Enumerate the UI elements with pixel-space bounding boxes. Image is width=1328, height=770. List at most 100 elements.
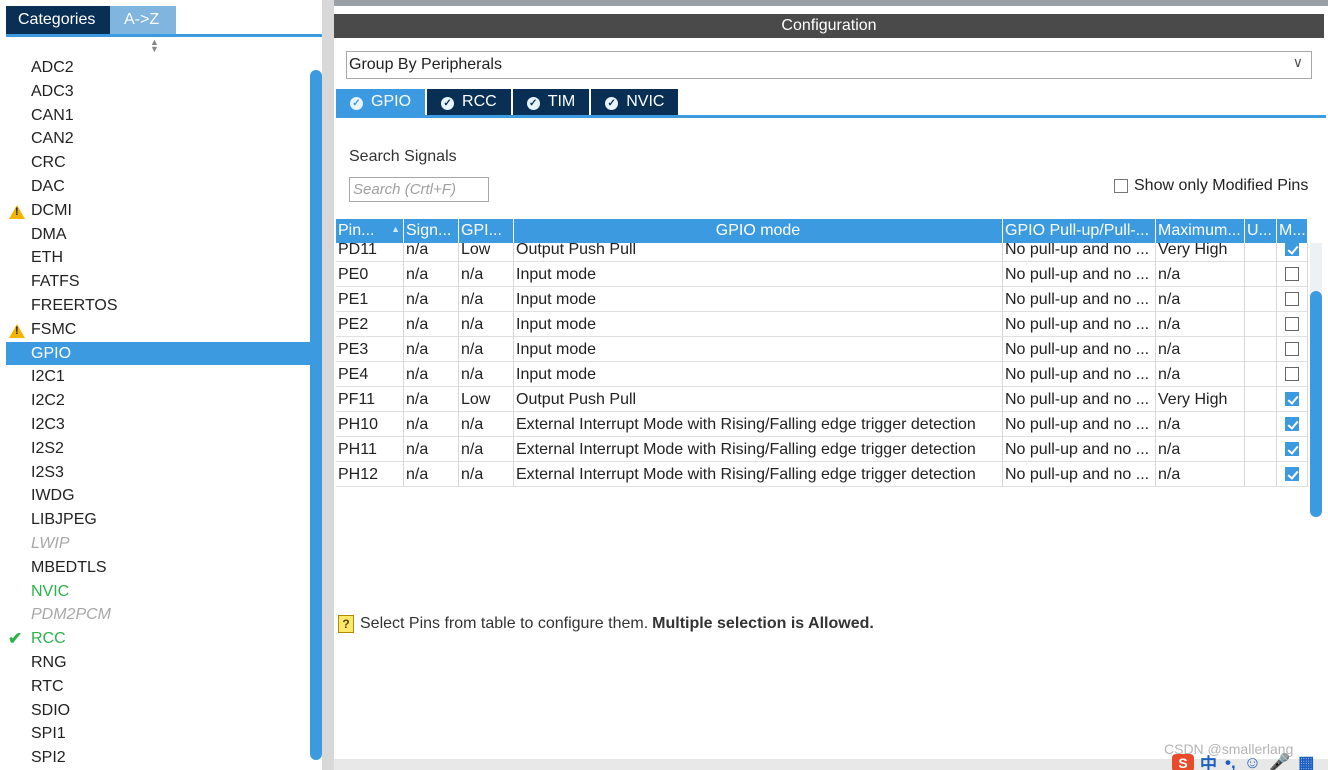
peripheral-item-i2c3[interactable]: I2C3 xyxy=(6,413,310,437)
peripheral-label: SDIO xyxy=(31,701,71,719)
col-pin[interactable]: Pin... ▲ xyxy=(336,219,404,243)
col-signal[interactable]: Sign... xyxy=(404,219,459,243)
ime-punctuation-icon[interactable]: •, xyxy=(1225,753,1236,770)
peripheral-item-spi1[interactable]: SPI1 xyxy=(6,722,310,746)
ime-voice-icon[interactable]: 🎤 xyxy=(1269,753,1290,770)
modified-checkbox[interactable] xyxy=(1285,442,1299,456)
peripheral-item-i2c2[interactable]: I2C2 xyxy=(6,389,310,413)
peripheral-label: FSMC xyxy=(31,320,77,338)
table-row[interactable]: PE0 n/a n/a Input mode No pull-up and no ...… xyxy=(336,262,1308,287)
table-row[interactable]: PD11 n/a Low Output Push Pull No pull-up and… xyxy=(336,243,1308,262)
peripheral-item-libjpeg[interactable]: LIBJPEG xyxy=(6,508,310,532)
panel-splitter[interactable] xyxy=(322,0,334,770)
tab-a-to-z[interactable]: A->Z xyxy=(110,6,176,34)
modified-checkbox[interactable] xyxy=(1285,292,1299,306)
col-max-speed[interactable]: Maximum... xyxy=(1156,219,1245,243)
peripheral-item-freertos[interactable]: FREERTOS xyxy=(6,294,310,318)
tab-rcc[interactable]: ✓ RCC xyxy=(427,89,511,115)
peripheral-item-dac[interactable]: DAC xyxy=(6,175,310,199)
peripheral-item-gpio[interactable]: GPIO xyxy=(6,341,310,366)
table-row[interactable]: PE3 n/a n/a Input mode No pull-up and no ...… xyxy=(336,337,1308,362)
search-signals-input[interactable] xyxy=(349,177,489,202)
peripheral-item-dma[interactable]: DMA xyxy=(6,223,310,247)
modified-checkbox[interactable] xyxy=(1285,417,1299,431)
cell-gpio-mode: Output Push Pull xyxy=(514,243,1003,262)
tab-nvic[interactable]: ✓ NVIC xyxy=(591,89,679,115)
cell-modified xyxy=(1277,287,1308,312)
modified-checkbox[interactable] xyxy=(1285,243,1299,256)
cell-modified xyxy=(1277,437,1308,462)
peripheral-item-iwdg[interactable]: IWDG xyxy=(6,484,310,508)
tab-tim[interactable]: ✓ TIM xyxy=(512,89,590,115)
cell-max-speed: Very High xyxy=(1156,387,1245,412)
table-header: Pin... ▲ Sign... GPI... GPIO mode GPIO Pu… xyxy=(336,219,1308,243)
modified-checkbox[interactable] xyxy=(1285,367,1299,381)
table-row[interactable]: PH12 n/a n/a External Interrupt Mode with R… xyxy=(336,462,1308,487)
cell-gpio-mode: External Interrupt Mode with Rising/Fall… xyxy=(514,462,1003,487)
peripheral-item-adc2[interactable]: ADC2 xyxy=(6,56,310,80)
ime-logo-icon[interactable]: S xyxy=(1172,753,1194,770)
peripheral-item-fsmc[interactable]: FSMC xyxy=(6,318,310,342)
cell-signal: n/a xyxy=(404,337,459,362)
table-row[interactable]: PH11 n/a n/a External Interrupt Mode with R… xyxy=(336,437,1308,462)
peripheral-item-rng[interactable]: RNG xyxy=(6,651,310,675)
tab-gpio[interactable]: ✓ GPIO xyxy=(336,89,426,115)
ok-check-icon: ✓ xyxy=(350,97,363,110)
peripheral-item-lwip[interactable]: LWIP xyxy=(6,532,310,556)
peripheral-item-i2s3[interactable]: I2S3 xyxy=(6,461,310,485)
peripheral-item-can1[interactable]: CAN1 xyxy=(6,104,310,128)
peripheral-item-can2[interactable]: CAN2 xyxy=(6,127,310,151)
peripheral-item-adc3[interactable]: ADC3 xyxy=(6,80,310,104)
ime-emoji-icon[interactable]: ☺ xyxy=(1244,753,1261,770)
peripheral-item-nvic[interactable]: NVIC xyxy=(6,580,310,604)
table-row[interactable]: PE4 n/a n/a Input mode No pull-up and no ...… xyxy=(336,362,1308,387)
peripheral-item-eth[interactable]: ETH xyxy=(6,246,310,270)
cell-gpio-mode: External Interrupt Mode with Rising/Fall… xyxy=(514,437,1003,462)
col-modified[interactable]: M... xyxy=(1277,219,1308,243)
cell-user-label xyxy=(1245,437,1277,462)
modified-checkbox[interactable] xyxy=(1285,342,1299,356)
col-gpio-mode[interactable]: GPIO mode xyxy=(514,219,1003,243)
peripheral-item-i2s2[interactable]: I2S2 xyxy=(6,437,310,461)
cell-gpio-output: n/a xyxy=(459,337,514,362)
peripheral-item-rtc[interactable]: RTC xyxy=(6,675,310,699)
ime-chinese-icon[interactable]: 中 xyxy=(1200,750,1217,770)
cell-pin: PH10 xyxy=(336,412,404,437)
table-scrollbar[interactable] xyxy=(1310,243,1322,517)
modified-checkbox[interactable] xyxy=(1285,467,1299,481)
cell-pull: No pull-up and no ... xyxy=(1003,462,1156,487)
peripheral-item-fatfs[interactable]: FATFS xyxy=(6,270,310,294)
table-scroll-thumb[interactable] xyxy=(1310,291,1322,517)
col-pull[interactable]: GPIO Pull-up/Pull-... xyxy=(1003,219,1156,243)
cell-signal: n/a xyxy=(404,462,459,487)
peripheral-item-i2c1[interactable]: I2C1 xyxy=(6,365,310,389)
table-row[interactable]: PF11 n/a Low Output Push Pull No pull-up and… xyxy=(336,387,1308,412)
peripheral-item-rcc[interactable]: ✔ RCC xyxy=(6,627,310,651)
peripheral-item-crc[interactable]: CRC xyxy=(6,151,310,175)
modified-checkbox[interactable] xyxy=(1285,392,1299,406)
group-by-select[interactable]: Group By Peripherals ∨ xyxy=(346,51,1312,79)
sort-arrows-icon[interactable]: ▲ ▼ xyxy=(150,38,159,54)
table-row[interactable]: PE1 n/a n/a Input mode No pull-up and no ...… xyxy=(336,287,1308,312)
table-row[interactable]: PE2 n/a n/a Input mode No pull-up and no ...… xyxy=(336,312,1308,337)
peripheral-item-mbedtls[interactable]: MBEDTLS xyxy=(6,556,310,580)
check-icon: ✔ xyxy=(8,629,23,649)
peripheral-item-pdm2pcm[interactable]: PDM2PCM xyxy=(6,603,310,627)
hint-message: ? Select Pins from table to configure th… xyxy=(338,615,874,633)
tab-categories[interactable]: Categories xyxy=(6,6,110,34)
modified-checkbox[interactable] xyxy=(1285,267,1299,281)
show-modified-checkbox[interactable] xyxy=(1114,179,1128,193)
cell-gpio-mode: Output Push Pull xyxy=(514,387,1003,412)
col-gpio-output[interactable]: GPI... xyxy=(459,219,514,243)
peripheral-item-dcmi[interactable]: DCMI xyxy=(6,199,310,223)
peripheral-item-spi2[interactable]: SPI2 xyxy=(6,746,310,762)
show-modified-toggle[interactable]: Show only Modified Pins xyxy=(1114,177,1308,195)
table-row[interactable]: PH10 n/a n/a External Interrupt Mode with R… xyxy=(336,412,1308,437)
peripheral-item-sdio[interactable]: SDIO xyxy=(6,699,310,723)
ime-toolbox-icon[interactable]: ▦ xyxy=(1298,753,1314,770)
left-scrollbar[interactable] xyxy=(310,70,322,760)
peripheral-label: SPI1 xyxy=(31,725,66,743)
modified-checkbox[interactable] xyxy=(1285,317,1299,331)
col-user-label[interactable]: U... xyxy=(1245,219,1277,243)
cell-pull: No pull-up and no ... xyxy=(1003,287,1156,312)
